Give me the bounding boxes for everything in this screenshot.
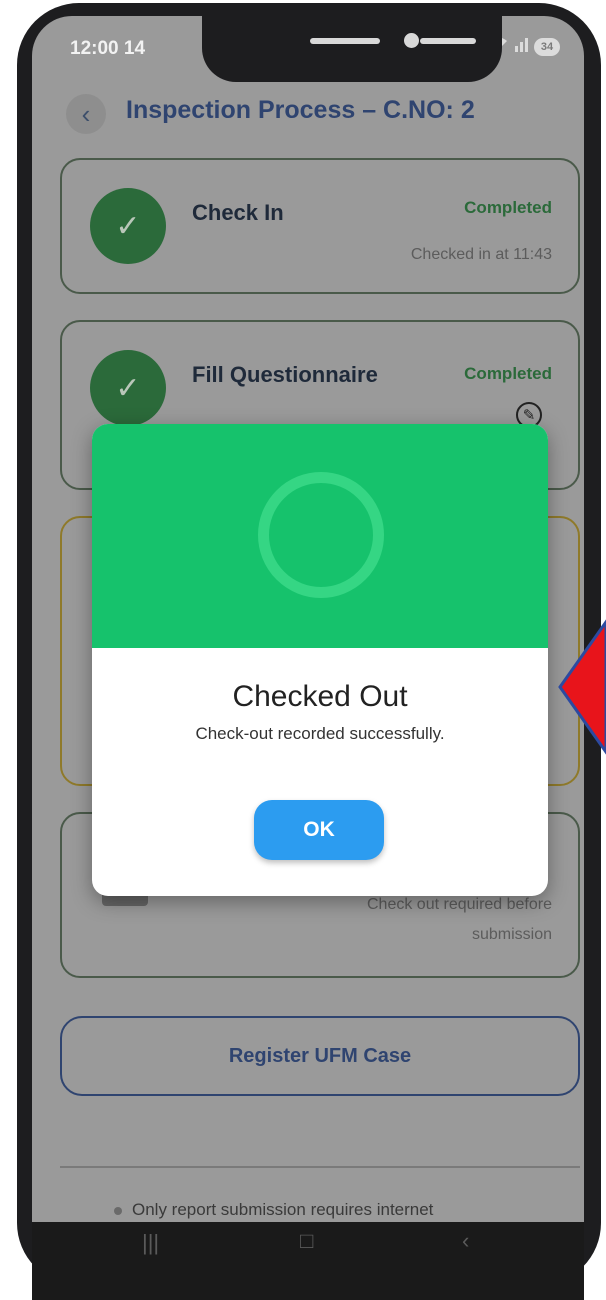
status-badge: Completed <box>464 198 552 217</box>
divider <box>60 1166 580 1168</box>
navigation-bar: ||| □ ‹ <box>32 1222 584 1300</box>
submit-note-1: Check out required before <box>367 896 552 913</box>
footer-note: Only report submission requires internet <box>114 1200 433 1220</box>
check-icon: ✓ <box>90 350 166 426</box>
submit-note-2: submission <box>471 926 552 943</box>
dialog-message: Check-out recorded successfully. <box>195 724 445 743</box>
phone-notch <box>202 16 502 82</box>
dialog-title: Checked Out <box>232 680 408 713</box>
signal-icon <box>514 36 528 57</box>
status-badge: Completed <box>464 364 552 383</box>
checkout-dialog: Checked Out Check-out recorded successfu… <box>92 424 548 896</box>
step-title: Check In <box>192 200 284 225</box>
speaker <box>310 38 380 44</box>
register-ufm-button[interactable]: Register UFM Case <box>60 1016 580 1096</box>
bullet-icon <box>114 1206 122 1215</box>
back-button[interactable]: ‹ <box>66 94 106 134</box>
recent-apps-icon[interactable]: ||| <box>142 1230 159 1256</box>
step-card-check-in[interactable]: ✓ Check In Completed Checked in at 11:43 <box>60 158 580 294</box>
success-ring-icon <box>258 472 384 598</box>
battery-icon: 34 <box>534 37 560 56</box>
speaker <box>420 38 476 44</box>
back-nav-icon[interactable]: ‹ <box>462 1228 469 1254</box>
page-title: Inspection Process – C.NO: 2 <box>126 96 475 124</box>
red-arrow-annotation <box>558 619 606 755</box>
home-icon[interactable]: □ <box>300 1228 313 1254</box>
check-icon: ✓ <box>90 188 166 264</box>
camera <box>404 33 419 48</box>
chevron-left-icon: ‹ <box>81 98 91 129</box>
step-title: Fill Questionnaire <box>192 362 378 387</box>
dialog-header <box>92 424 548 648</box>
checkin-time: Checked in at 11:43 <box>410 246 552 263</box>
status-time: 12:00 14 <box>70 38 146 59</box>
ok-button[interactable]: OK <box>254 800 384 860</box>
